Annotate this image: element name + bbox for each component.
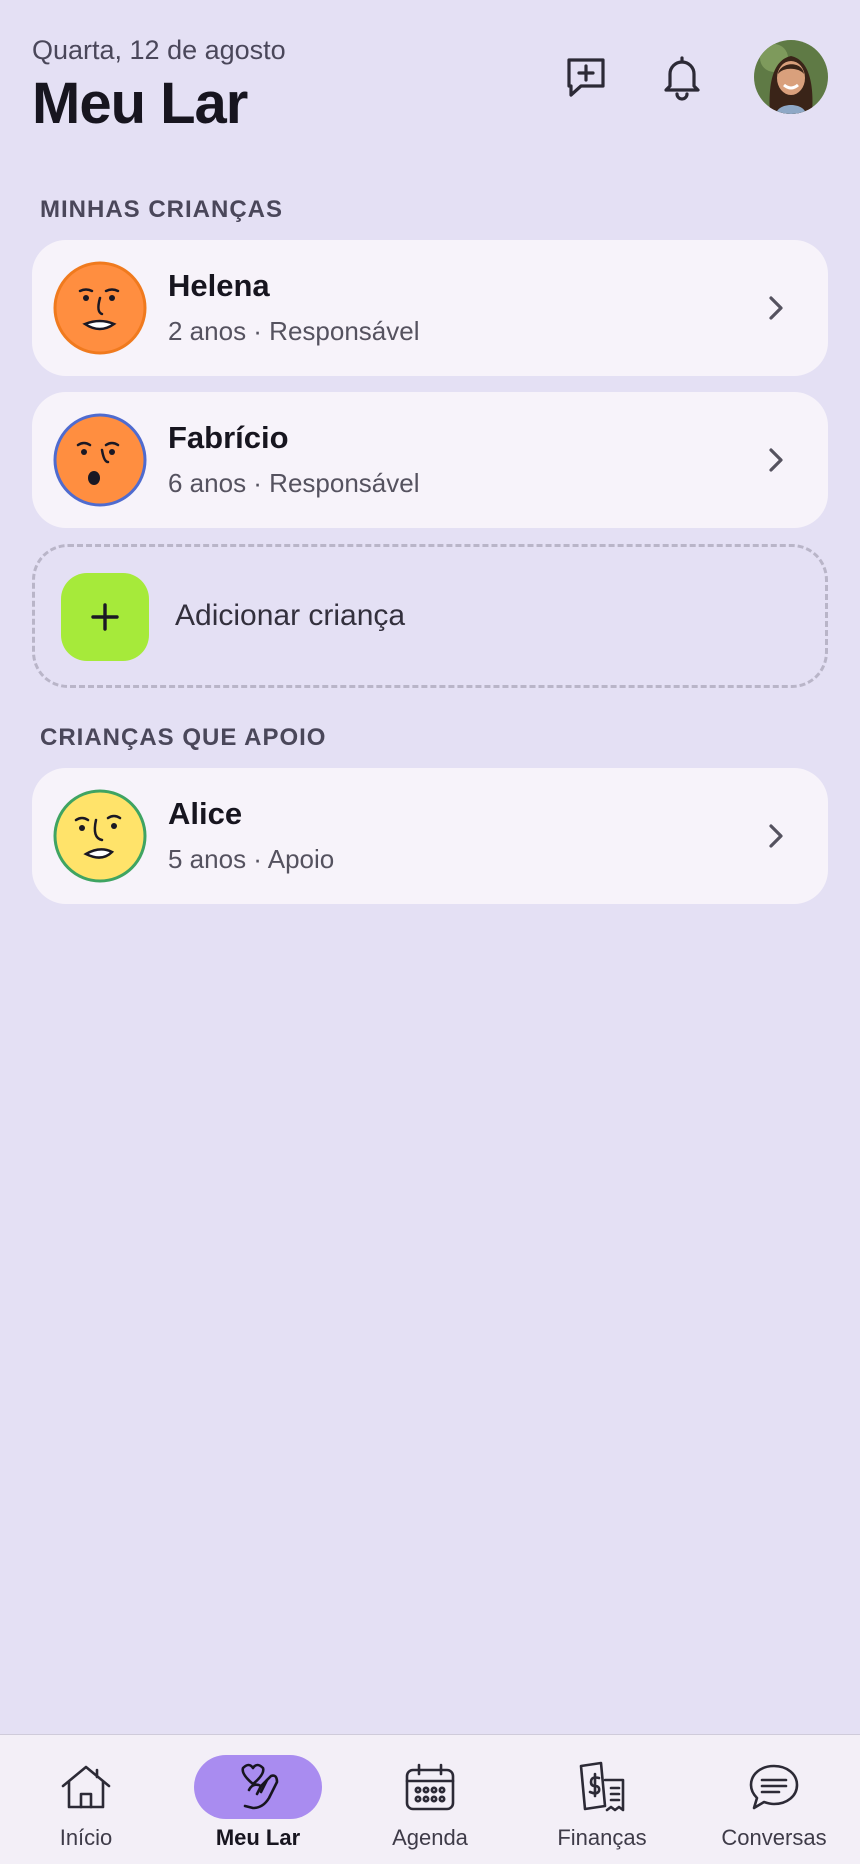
nav-icon-wrap (710, 1755, 838, 1819)
nav-item-meu-lar[interactable]: Meu Lar (172, 1735, 344, 1864)
chevron-right-icon (769, 824, 783, 848)
bottom-navigation: Início Meu Lar Agenda Finanças Conversas (0, 1734, 860, 1864)
notifications-button[interactable] (652, 47, 712, 107)
user-avatar[interactable] (754, 40, 828, 114)
house-icon (61, 1765, 111, 1809)
child-subtitle: 5 anos · Apoio (168, 844, 335, 874)
section-title-my-children: MINHAS CRIANÇAS (40, 196, 283, 223)
bell-icon (664, 56, 700, 101)
calendar-icon (405, 1763, 455, 1811)
child-avatar-icon (53, 261, 147, 355)
nav-label: Meu Lar (215, 1825, 301, 1850)
new-message-button[interactable] (556, 47, 616, 107)
chevron-right-icon (769, 448, 783, 472)
nav-icon-wrap (366, 1755, 494, 1819)
child-avatar-icon (53, 413, 147, 507)
nav-label: Início (59, 1825, 113, 1850)
child-card-alice[interactable]: Alice 5 anos · Apoio (32, 768, 828, 904)
nav-item-conversas[interactable]: Conversas (688, 1735, 860, 1864)
page-header: Quarta, 12 de agosto Meu Lar (32, 32, 828, 142)
plus-icon (91, 603, 119, 631)
nav-item-financas[interactable]: Finanças (516, 1735, 688, 1864)
child-subtitle: 2 anos · Responsável (168, 316, 420, 346)
nav-item-inicio[interactable]: Início (0, 1735, 172, 1864)
child-name: Helena (168, 268, 270, 303)
add-child-button[interactable]: Adicionar criança (32, 544, 828, 688)
nav-icon-wrap (538, 1755, 666, 1819)
child-card-fabricio[interactable]: Fabrício 6 anos · Responsável (32, 392, 828, 528)
chat-icon (749, 1764, 799, 1810)
child-name: Alice (168, 796, 243, 831)
message-plus-icon (567, 58, 605, 97)
nav-icon-wrap (22, 1755, 150, 1819)
profile-photo-icon (754, 40, 828, 114)
hand-heart-icon (241, 1763, 279, 1810)
add-child-label: Adicionar criança (175, 599, 406, 632)
child-card-helena[interactable]: Helena 2 anos · Responsável (32, 240, 828, 376)
chevron-right-icon (769, 296, 783, 320)
header-actions (520, 40, 828, 114)
add-child-plus (61, 573, 149, 661)
nav-label: Conversas (721, 1825, 827, 1850)
receipt-icon (579, 1761, 625, 1812)
child-name: Fabrício (168, 420, 289, 455)
nav-label: Agenda (392, 1825, 468, 1850)
child-avatar-icon (53, 789, 147, 883)
child-subtitle: 6 anos · Responsável (168, 468, 420, 498)
nav-label: Finanças (557, 1825, 647, 1850)
nav-item-agenda[interactable]: Agenda (344, 1735, 516, 1864)
nav-icon-wrap (194, 1755, 322, 1819)
section-title-supported-children: CRIANÇAS QUE APOIO (40, 724, 327, 751)
